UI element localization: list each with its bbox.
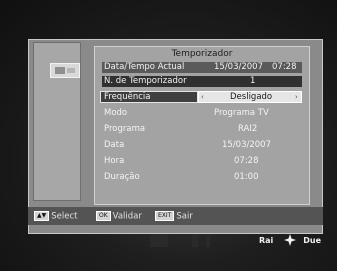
ok-hint-label: Validar [112,211,142,222]
frequency-value: Desligado [230,92,273,102]
current-date-value: 15/03/2007 [214,62,263,72]
tv-icon [50,63,80,78]
logo-text-right: Due [303,236,321,245]
timer-number-row[interactable]: N. de Temporizador 1 [102,76,302,87]
date-row[interactable]: Data 15/03/2007 [102,140,302,151]
logo-text-left: Rai [259,236,274,245]
hour-value: 07:28 [234,156,259,166]
exit-hint-label: Sair [176,211,193,222]
exit-hint: EXIT Sair [155,211,193,223]
timer-number-value: 1 [250,76,256,86]
select-hint: ▲▼ Select [34,211,77,223]
left-arrow-icon[interactable]: ‹ [201,92,204,102]
select-hint-label: Select [51,211,78,222]
ok-key-icon: OK [96,211,111,221]
exit-key-icon: EXIT [155,211,175,221]
date-label: Data [104,140,125,150]
right-arrow-icon[interactable]: › [295,92,298,102]
ok-hint: OK Validar [96,211,142,223]
program-label: Programa [104,124,146,134]
current-datetime-row: Data/Tempo Actual 15/03/2007 07:28 [102,62,302,73]
date-value: 15/03/2007 [222,140,271,150]
frequency-label: Frequência [104,92,151,102]
mode-row[interactable]: Modo Programa TV [102,108,302,119]
program-value: RAI2 [238,124,258,134]
duration-row[interactable]: Duração 01:00 [102,172,302,183]
channel-logo: Rai Due [259,233,321,249]
logo-mark-icon [284,234,296,246]
mode-label: Modo [104,108,128,118]
current-time-value: 07:28 [272,62,297,72]
window-title: Temporizador [171,49,233,59]
current-datetime-label: Data/Tempo Actual [104,62,185,72]
select-key-icon: ▲▼ [34,211,50,221]
duration-value: 01:00 [234,172,259,182]
program-row[interactable]: Programa RAI2 [102,124,302,135]
duration-label: Duração [104,172,140,182]
hour-row[interactable]: Hora 07:28 [102,156,302,167]
timer-number-label: N. de Temporizador [104,76,187,86]
mode-value: Programa TV [214,108,269,118]
hour-label: Hora [104,156,125,166]
